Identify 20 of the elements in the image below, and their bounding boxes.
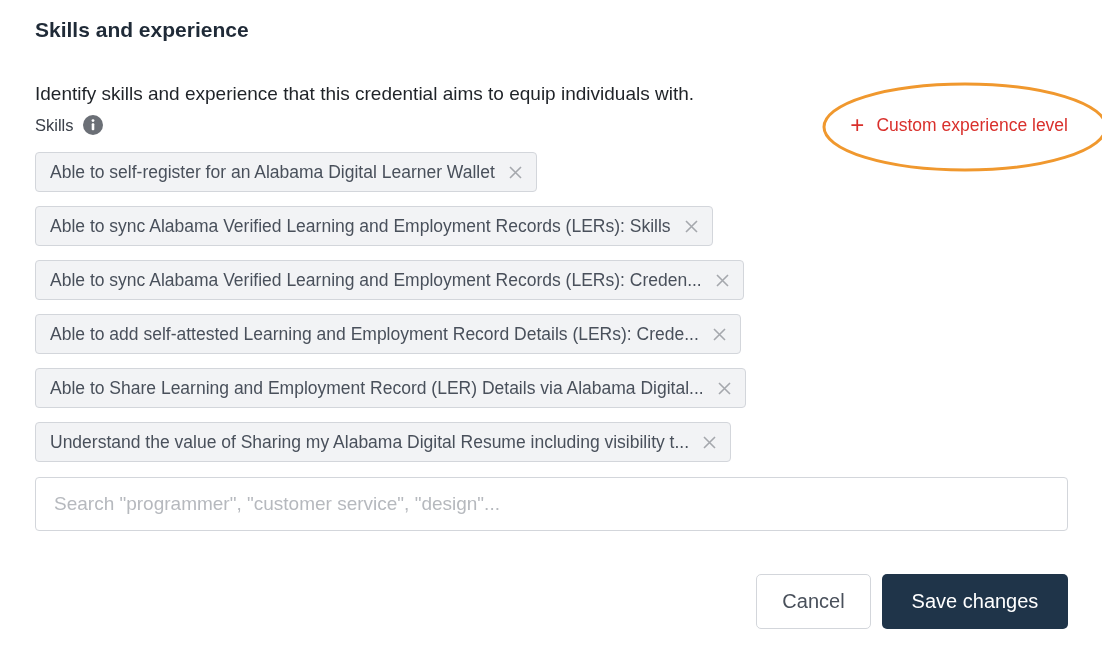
remove-icon[interactable] — [712, 327, 726, 341]
skill-label: Able to add self-attested Learning and Employment Record Details (LERs): Crede... — [50, 323, 699, 345]
remove-icon[interactable] — [703, 435, 717, 449]
remove-icon[interactable] — [508, 165, 522, 179]
remove-icon[interactable] — [717, 381, 731, 395]
info-icon[interactable] — [82, 115, 103, 135]
skill-label: Able to self-register for an Alabama Digital Learner Wallet — [50, 161, 495, 183]
skill-label: Understand the value of Sharing my Alabama Digital Resume including visibility t... — [50, 431, 690, 453]
skill-label: Able to Share Learning and Employment Record (LER) Details via Alabama Digital... — [50, 377, 704, 399]
section-title: Skills and experience — [35, 17, 250, 43]
cancel-button[interactable]: Cancel — [756, 574, 871, 629]
save-button[interactable]: Save changes — [882, 574, 1068, 629]
search-field[interactable]: Search "programmer", "customer service", "design"... — [35, 477, 1068, 531]
skills-label: Skills — [35, 115, 74, 135]
skill-label: Able to sync Alabama Verified Learning and Employment Records (LERs): Skills — [50, 215, 671, 237]
skill-label: Able to sync Alabama Verified Learning and Employment Records (LERs): Creden... — [50, 269, 702, 291]
custom-experience-button[interactable]: + Custom experience level — [850, 114, 1068, 136]
section-description: Identify skills and experience that this credential aims to equip individuals with. — [35, 82, 696, 106]
remove-icon[interactable] — [715, 273, 729, 287]
remove-icon[interactable] — [684, 219, 698, 233]
